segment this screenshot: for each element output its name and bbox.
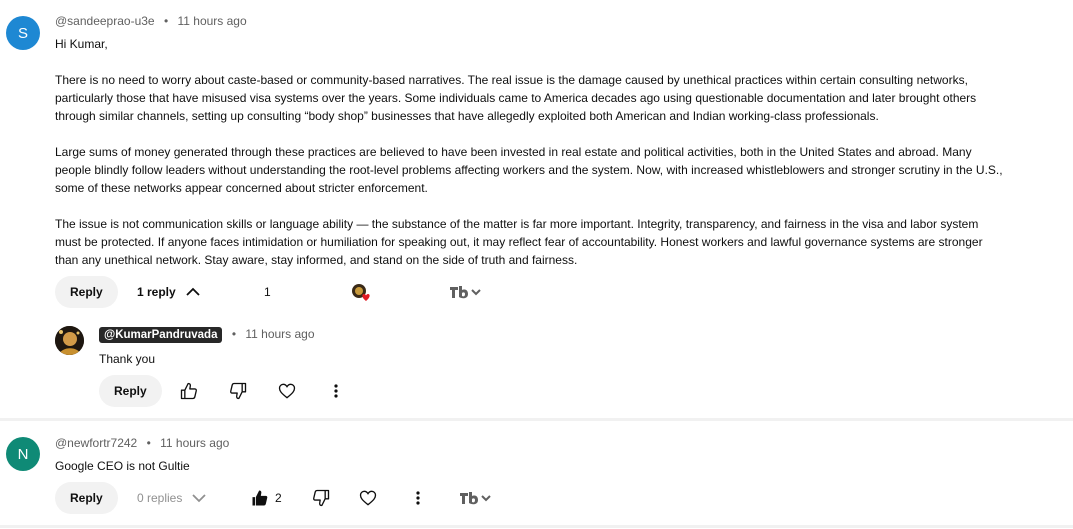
comment-divider: [0, 525, 1073, 528]
creator-heart-icon[interactable]: [351, 283, 373, 303]
tubebuddy-icon[interactable]: [449, 284, 485, 300]
like-count: 1: [264, 285, 271, 299]
thumbs-down-icon[interactable]: [311, 488, 331, 508]
comment-meta: @sandeeprao-u3e • 11 hours ago: [55, 14, 247, 28]
thumbs-down-icon[interactable]: [228, 381, 248, 401]
avatar[interactable]: [55, 326, 84, 355]
meta-separator: •: [146, 436, 151, 450]
replies-toggle[interactable]: 0 replies: [137, 488, 206, 508]
heart-icon[interactable]: [277, 381, 297, 401]
chevron-up-icon: [186, 287, 200, 297]
thumbs-up-icon[interactable]: [179, 381, 199, 401]
thumbs-up-icon[interactable]: [250, 488, 270, 508]
author-handle[interactable]: @newfortr7242: [55, 436, 137, 450]
comment-paragraph: Large sums of money generated through th…: [55, 145, 1003, 195]
tubebuddy-icon[interactable]: [459, 490, 495, 506]
meta-separator: •: [231, 327, 237, 341]
avatar[interactable]: S: [6, 16, 40, 50]
meta-separator: •: [163, 14, 169, 28]
comment-text: Hi Kumar, There is no need to worry abou…: [55, 35, 1005, 269]
more-vertical-icon[interactable]: [328, 381, 344, 401]
reply-button[interactable]: Reply: [55, 276, 118, 308]
comment-meta: @KumarPandruvada • 11 hours ago: [99, 327, 315, 343]
comment-paragraph: The issue is not communication skills or…: [55, 217, 983, 267]
comment-paragraph: There is no need to worry about caste-ba…: [55, 73, 977, 123]
comment-divider: [0, 418, 1073, 421]
comment-text: Thank you: [99, 352, 156, 366]
avatar-image: [55, 326, 84, 355]
comment-text: Google CEO is not Gultie: [55, 459, 190, 473]
heart-icon[interactable]: [358, 488, 378, 508]
timestamp[interactable]: 11 hours ago: [177, 14, 246, 28]
avatar[interactable]: N: [6, 437, 40, 471]
author-handle-badge[interactable]: @KumarPandruvada: [99, 327, 223, 343]
chevron-down-icon: [192, 493, 206, 503]
reply-button[interactable]: Reply: [55, 482, 118, 514]
timestamp[interactable]: 11 hours ago: [160, 436, 229, 450]
timestamp[interactable]: 11 hours ago: [245, 327, 314, 341]
more-vertical-icon[interactable]: [410, 488, 426, 508]
author-handle[interactable]: @sandeeprao-u3e: [55, 14, 155, 28]
replies-toggle[interactable]: 1 reply: [137, 282, 200, 302]
replies-count: 1 reply: [137, 285, 176, 299]
replies-count: 0 replies: [137, 491, 183, 505]
comment-greeting: Hi Kumar,: [55, 37, 108, 51]
like-count: 2: [275, 491, 282, 505]
comment-meta: @newfortr7242 • 11 hours ago: [55, 436, 229, 450]
reply-button[interactable]: Reply: [99, 375, 162, 407]
